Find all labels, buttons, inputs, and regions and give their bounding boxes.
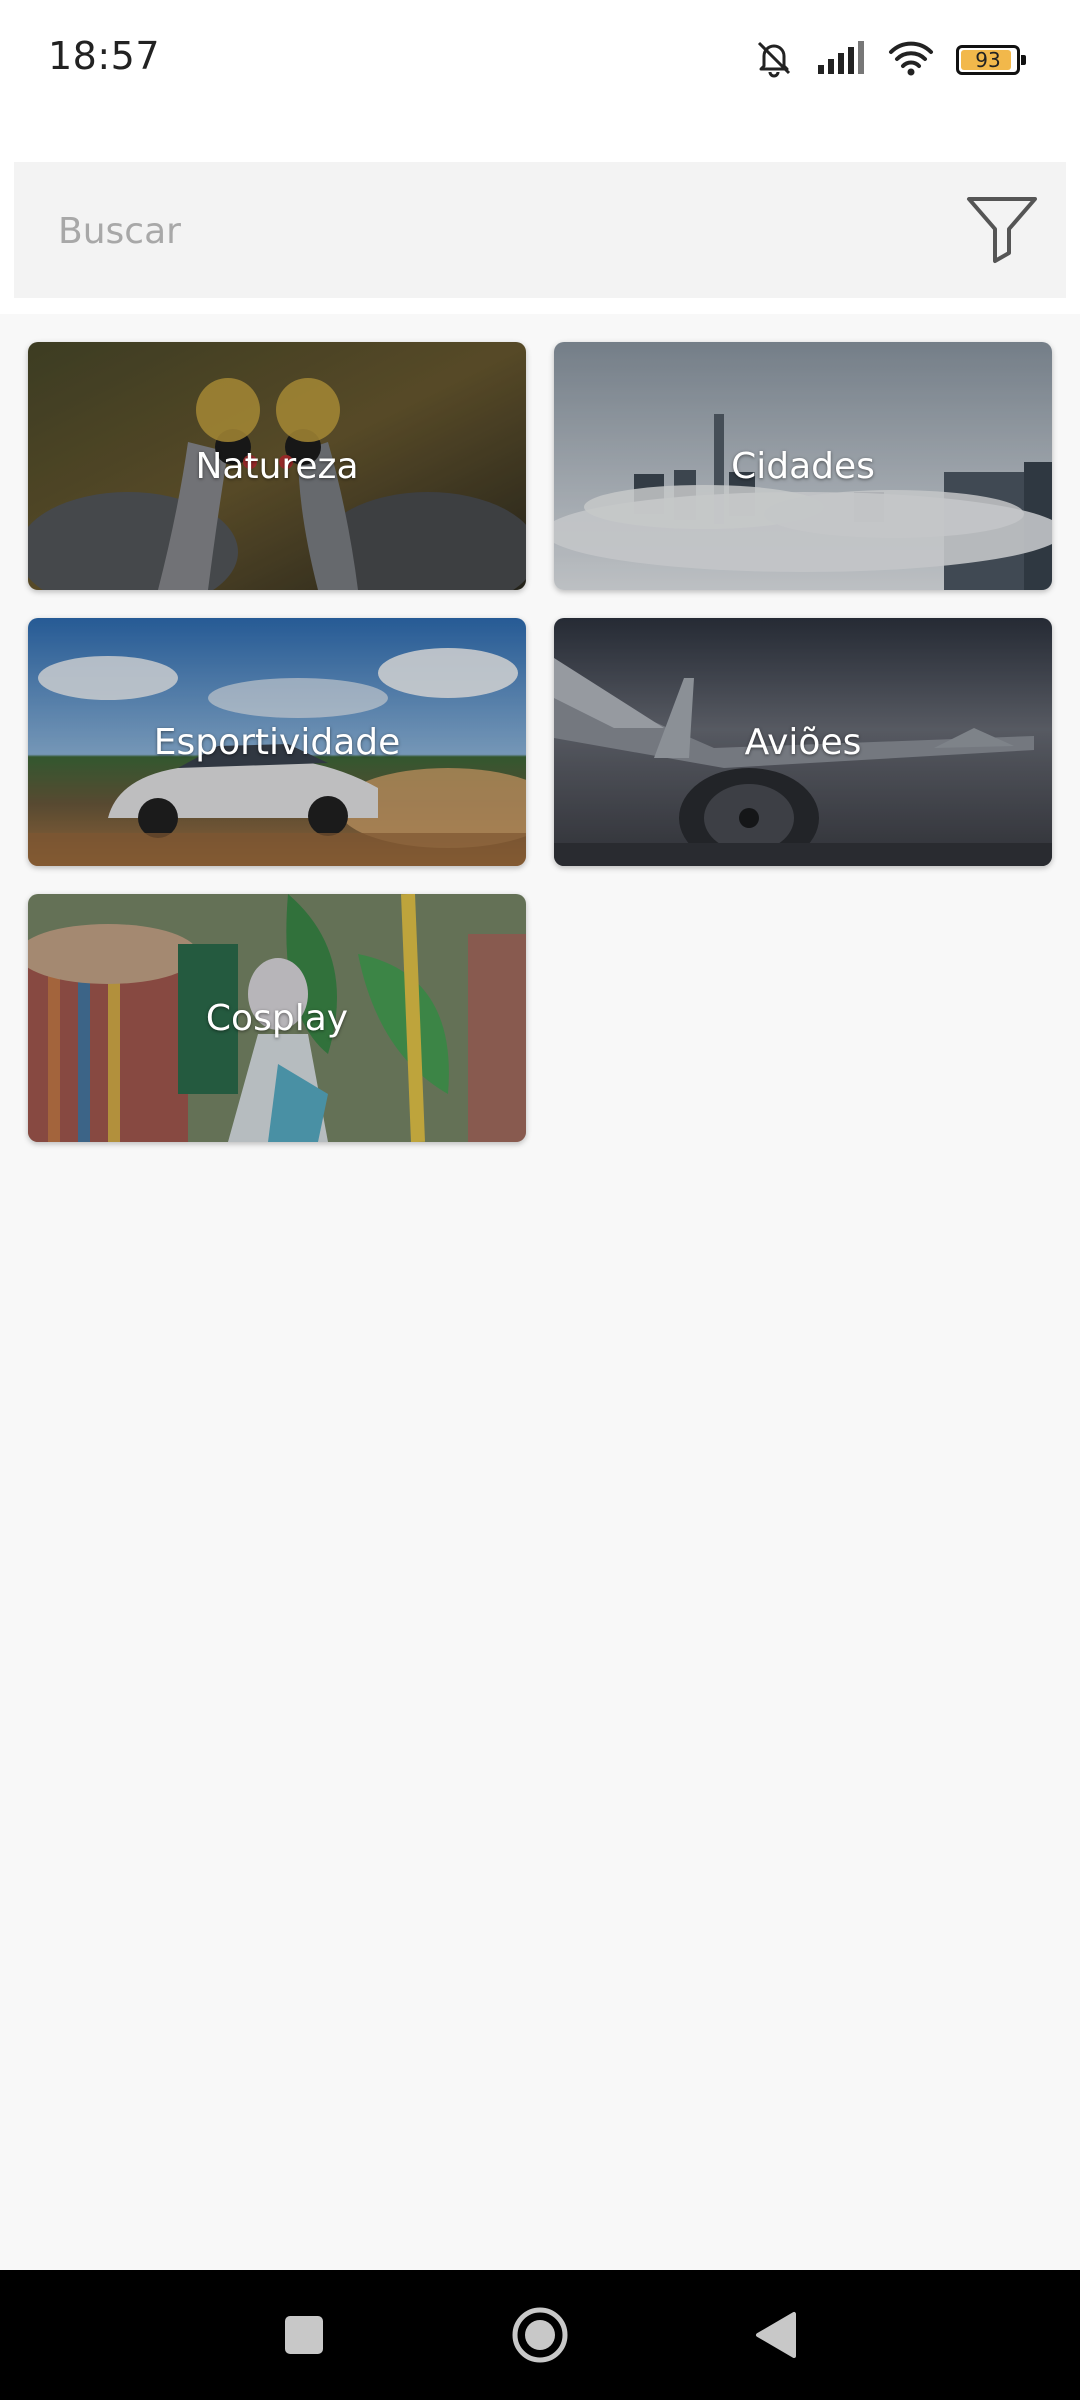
filter-icon xyxy=(967,197,1037,263)
navigation-bar xyxy=(0,2270,1080,2400)
card-label: Cidades xyxy=(731,445,875,487)
home-circle-icon xyxy=(512,2307,568,2363)
category-card-esportividade[interactable]: Esportividade xyxy=(28,618,526,866)
wifi-icon xyxy=(888,40,934,80)
battery-icon: 93 xyxy=(956,45,1026,75)
status-icons: 93 xyxy=(754,36,1026,84)
category-grid: Natureza Cidades Esportividade Aviões Co… xyxy=(28,342,1052,1142)
home-button[interactable] xyxy=(480,2270,600,2400)
card-label: Aviões xyxy=(744,721,862,763)
filter-button[interactable] xyxy=(964,192,1040,268)
battery-percent: 93 xyxy=(975,48,1001,72)
category-card-natureza[interactable]: Natureza xyxy=(28,342,526,590)
status-bar: 18:57 93 xyxy=(0,0,1080,120)
card-label: Esportividade xyxy=(153,721,401,763)
category-card-cosplay[interactable]: Cosplay xyxy=(28,894,526,1142)
category-card-cidades[interactable]: Cidades xyxy=(554,342,1052,590)
card-label: Natureza xyxy=(195,445,359,487)
bell-muted-icon xyxy=(754,38,794,82)
back-button[interactable] xyxy=(716,2270,836,2400)
card-label: Cosplay xyxy=(205,997,349,1039)
recents-button[interactable] xyxy=(244,2270,364,2400)
status-time: 18:57 xyxy=(48,34,161,78)
battery-nub xyxy=(1021,55,1026,65)
recents-square-icon xyxy=(285,2316,323,2354)
signal-icon xyxy=(816,41,866,79)
search-bar xyxy=(14,162,1066,300)
back-triangle-icon xyxy=(756,2312,796,2358)
category-card-avioes[interactable]: Aviões xyxy=(554,618,1052,866)
search-input[interactable] xyxy=(56,162,940,300)
